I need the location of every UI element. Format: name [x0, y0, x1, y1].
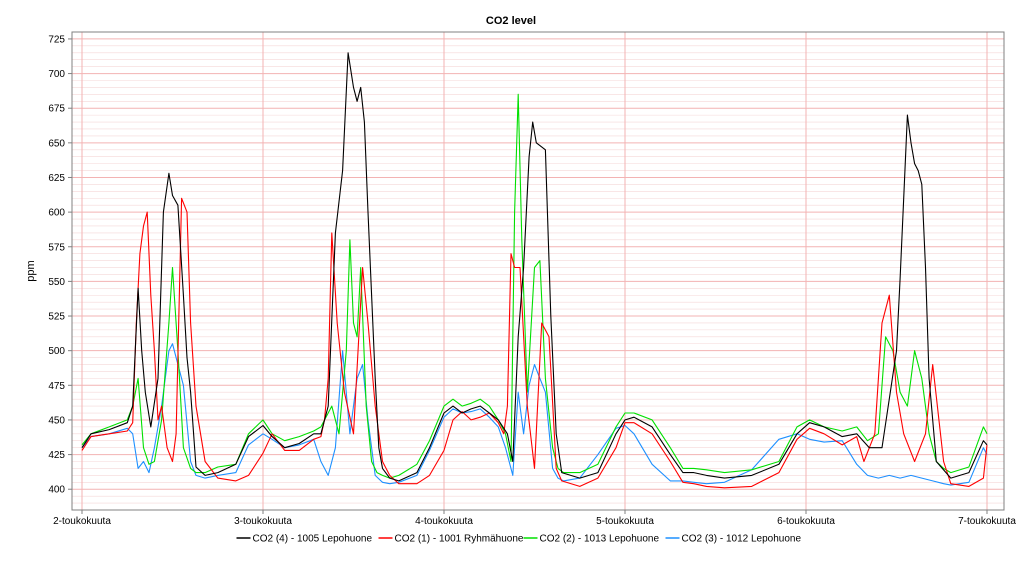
legend-label-2: CO2 (1) - 1001 Ryhmähuone: [395, 534, 524, 545]
y-tick-label: 650: [48, 138, 65, 149]
legend-label-3: CO2 (2) - 1013 Lepohuone: [540, 534, 660, 545]
y-tick-label: 675: [48, 104, 65, 115]
series-lines: [81, 52, 988, 489]
y-tick-label: 725: [48, 34, 65, 45]
y-tick-label: 700: [48, 69, 65, 80]
y-tick-label: 575: [48, 242, 65, 253]
x-axis: 2-toukokuuta 3-toukokuuta 4-toukokuuta 5-to…: [53, 510, 1016, 527]
y-tick-label: 500: [48, 346, 65, 357]
legend-label-4: CO2 (3) - 1012 Lepohuone: [682, 534, 802, 545]
chart-title: CO2 level: [486, 15, 536, 27]
co2-line-chart: CO2 level ppm 400 425 450 475 500 525 550 575 60…: [25, 15, 1016, 545]
series-line-3: [81, 93, 988, 479]
y-tick-label: 625: [48, 173, 65, 184]
x-tick-label: 7-toukokuuta: [958, 516, 1016, 527]
y-tick-label: 550: [48, 277, 65, 288]
x-tick-label: 2-toukokuuta: [53, 516, 111, 527]
x-tick-label: 6-toukokuuta: [777, 516, 835, 527]
grid-lines: [72, 31, 1004, 511]
legend-label-1: CO2 (4) - 1005 Lepohuone: [253, 534, 373, 545]
y-tick-label: 600: [48, 208, 65, 219]
x-tick-label: 4-toukokuuta: [415, 516, 473, 527]
y-tick-label: 475: [48, 381, 65, 392]
x-tick-label: 3-toukokuuta: [234, 516, 292, 527]
series-line-2: [81, 197, 988, 489]
y-tick-label: 400: [48, 485, 65, 496]
y-tick-label: 425: [48, 450, 65, 461]
chart-root: CO2 level ppm 400 425 450 475 500 525 550 575 60…: [0, 0, 1023, 562]
y-axis: 400 425 450 475 500 525 550 575 600 625 650 675 700 7…: [48, 34, 72, 496]
y-tick-label: 525: [48, 312, 65, 323]
legend: CO2 (4) - 1005 Lepohuone CO2 (1) - 1001 R…: [236, 534, 802, 545]
y-axis-title: ppm: [25, 260, 37, 281]
plot-area-border: [71, 31, 1005, 511]
x-tick-label: 5-toukokuuta: [596, 516, 654, 527]
y-tick-label: 450: [48, 415, 65, 426]
